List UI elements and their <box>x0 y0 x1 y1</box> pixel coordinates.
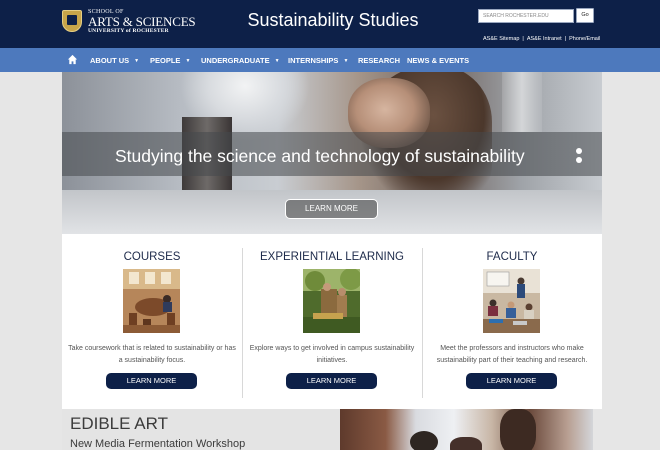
courses-learn-more-button[interactable]: LEARN MORE <box>106 373 197 389</box>
logo-line-3: UNIVERSITY of ROCHESTER <box>88 28 169 34</box>
card-text: Meet the professors and instructors who … <box>436 345 588 364</box>
feature-photo-person <box>450 437 482 450</box>
hero-photo-beaker <box>502 72 542 132</box>
card-text: Explore ways to get involved in campus s… <box>249 345 415 364</box>
home-icon[interactable] <box>67 54 78 65</box>
utility-link-sitemap[interactable]: AS&E Sitemap <box>483 36 519 42</box>
utility-link-phone-email[interactable]: Phone/Email <box>569 36 600 42</box>
card-faculty: FACULTY Meet the professors and instruct… <box>422 234 602 409</box>
card-title[interactable]: COURSES <box>62 251 242 263</box>
nav-item-about-us[interactable]: ABOUT US ▼ <box>90 56 139 65</box>
faculty-learn-more-button[interactable]: LEARN MORE <box>466 373 557 389</box>
chevron-down-icon: ▼ <box>185 58 191 64</box>
main-nav: ABOUT US ▼ PEOPLE ▼ UNDERGRADUATE ▼ INTERNS… <box>0 48 660 72</box>
nav-label: INTERNSHIPS <box>288 56 339 65</box>
school-logo[interactable]: SCHOOL OF ARTS & SCIENCES UNIVERSITY of … <box>62 9 196 35</box>
feature-cards: COURSES Take coursework that is related … <box>62 234 602 409</box>
hero-learn-more-button[interactable]: LEARN MORE <box>285 199 378 219</box>
card-divider <box>422 248 423 398</box>
hero-banner: Studying the science and technology of s… <box>62 72 602 234</box>
nav-label: UNDERGRADUATE <box>201 56 270 65</box>
search-go-button[interactable]: Go <box>576 8 594 23</box>
site-header: SCHOOL OF ARTS & SCIENCES UNIVERSITY of … <box>0 0 660 48</box>
card-experiential-learning: EXPERIENTIAL LEARNING Explore ways to ge… <box>242 234 422 409</box>
nav-item-research[interactable]: RESEARCH <box>358 56 400 65</box>
feature-photo-person <box>500 409 536 450</box>
card-courses: COURSES Take coursework that is related … <box>62 234 242 409</box>
slider-dot[interactable] <box>576 157 582 163</box>
utility-separator: | <box>564 36 567 42</box>
card-divider <box>242 248 243 398</box>
utility-separator: | <box>522 36 524 42</box>
nav-item-undergraduate[interactable]: UNDERGRADUATE ▼ <box>201 56 280 65</box>
hero-caption: Studying the science and technology of s… <box>115 146 525 166</box>
chevron-down-icon: ▼ <box>343 58 349 64</box>
nav-label: PEOPLE <box>150 56 181 65</box>
feature-title[interactable]: EDIBLE ART <box>70 414 168 434</box>
utility-link-intranet[interactable]: AS&E Intranet <box>527 36 562 42</box>
nav-label: ABOUT US <box>90 56 130 65</box>
feature-photo-person <box>410 431 438 450</box>
university-seal-icon <box>62 10 82 32</box>
slider-dots[interactable] <box>576 148 582 166</box>
site-title[interactable]: Sustainability Studies <box>238 10 428 31</box>
utility-links: AS&E Sitemap | AS&E Intranet | Phone/Email <box>483 36 600 42</box>
nav-item-news-events[interactable]: NEWS & EVENTS <box>407 56 469 65</box>
nav-item-internships[interactable]: INTERNSHIPS ▼ <box>288 56 348 65</box>
feature-photo[interactable] <box>340 409 593 450</box>
experiential-learning-photo[interactable] <box>303 269 360 333</box>
chevron-down-icon: ▼ <box>134 58 140 64</box>
chevron-down-icon: ▼ <box>274 58 280 64</box>
slider-dot[interactable] <box>576 148 582 154</box>
card-title[interactable]: FACULTY <box>422 251 602 263</box>
faculty-photo[interactable] <box>483 269 540 333</box>
nav-item-people[interactable]: PEOPLE ▼ <box>150 56 190 65</box>
courses-photo[interactable] <box>123 269 180 333</box>
search-input[interactable]: SEARCH ROCHESTER.EDU <box>478 9 574 23</box>
nav-label: RESEARCH <box>358 56 401 65</box>
nav-label: NEWS & EVENTS <box>407 56 470 65</box>
card-text: Take coursework that is related to susta… <box>68 345 236 364</box>
feature-subtitle[interactable]: New Media Fermentation Workshop <box>70 438 245 450</box>
card-title[interactable]: EXPERIENTIAL LEARNING <box>242 251 422 263</box>
experiential-learning-learn-more-button[interactable]: LEARN MORE <box>286 373 377 389</box>
